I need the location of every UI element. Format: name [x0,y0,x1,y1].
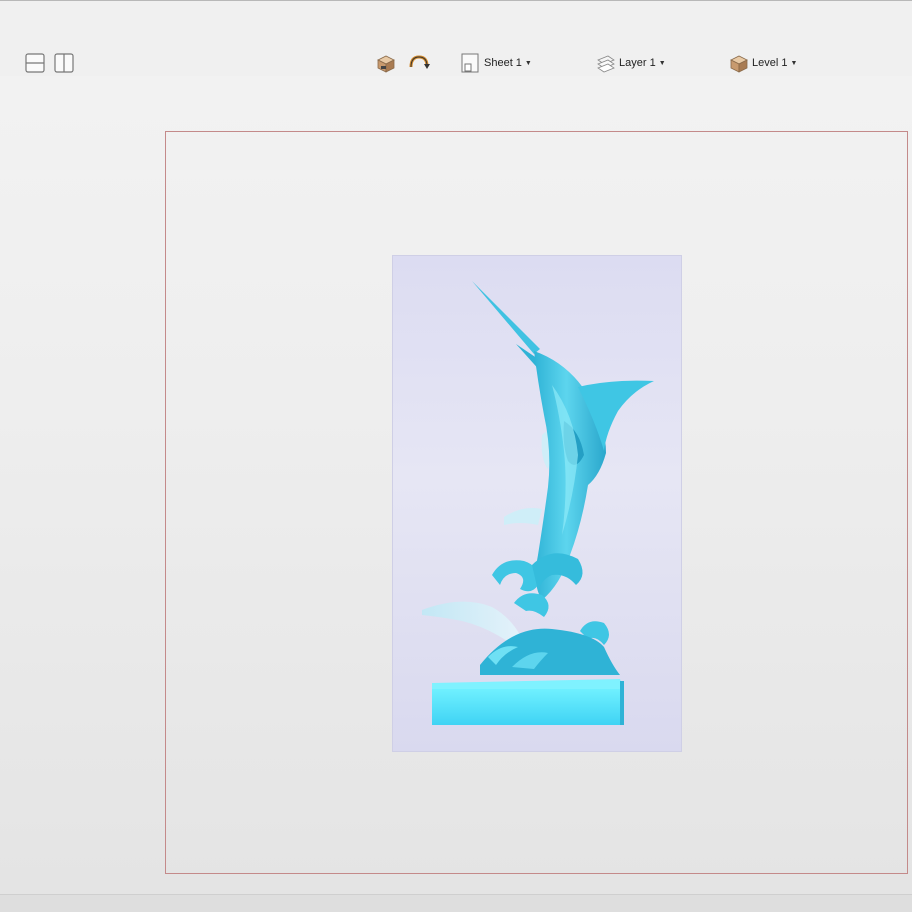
background-fish-shape [422,601,520,643]
sheet-selector[interactable]: Sheet 1 ▼ [461,52,532,74]
base-block [432,689,624,725]
marlin-bill [472,281,540,354]
layer-icon [597,55,615,73]
relief-box-button[interactable] [375,52,397,74]
rotate-arc-button[interactable] [408,52,430,74]
split-vertical-icon [54,53,74,73]
base-shadow [620,681,624,725]
chevron-down-icon: ▼ [658,60,666,67]
sheet-selector-label: Sheet 1 [484,57,522,69]
level-selector-label: Level 1 [752,57,788,69]
toolbar: Sheet 1 ▼ Layer 1 ▼ Level 1 ▼ [0,1,912,76]
marlin-relief-model[interactable] [392,255,682,752]
split-horizontal-icon [25,53,45,73]
layer-selector[interactable]: Layer 1 ▼ [596,52,666,74]
wave-curl [532,553,583,591]
sheet-icon [461,53,479,73]
chevron-down-icon: ▼ [790,60,798,67]
split-vertical-button[interactable] [54,53,74,73]
rotate-arc-icon [409,55,430,69]
level-icon [730,55,748,73]
layer-selector-label: Layer 1 [619,57,656,69]
background-fin-shape [504,508,542,525]
status-bar [0,894,912,912]
chevron-down-icon: ▼ [524,60,532,67]
relief-box-icon [377,55,395,73]
split-horizontal-button[interactable] [25,53,45,73]
level-selector[interactable]: Level 1 ▼ [729,52,797,74]
wave-curl [514,593,549,617]
wave-curl [492,560,539,592]
